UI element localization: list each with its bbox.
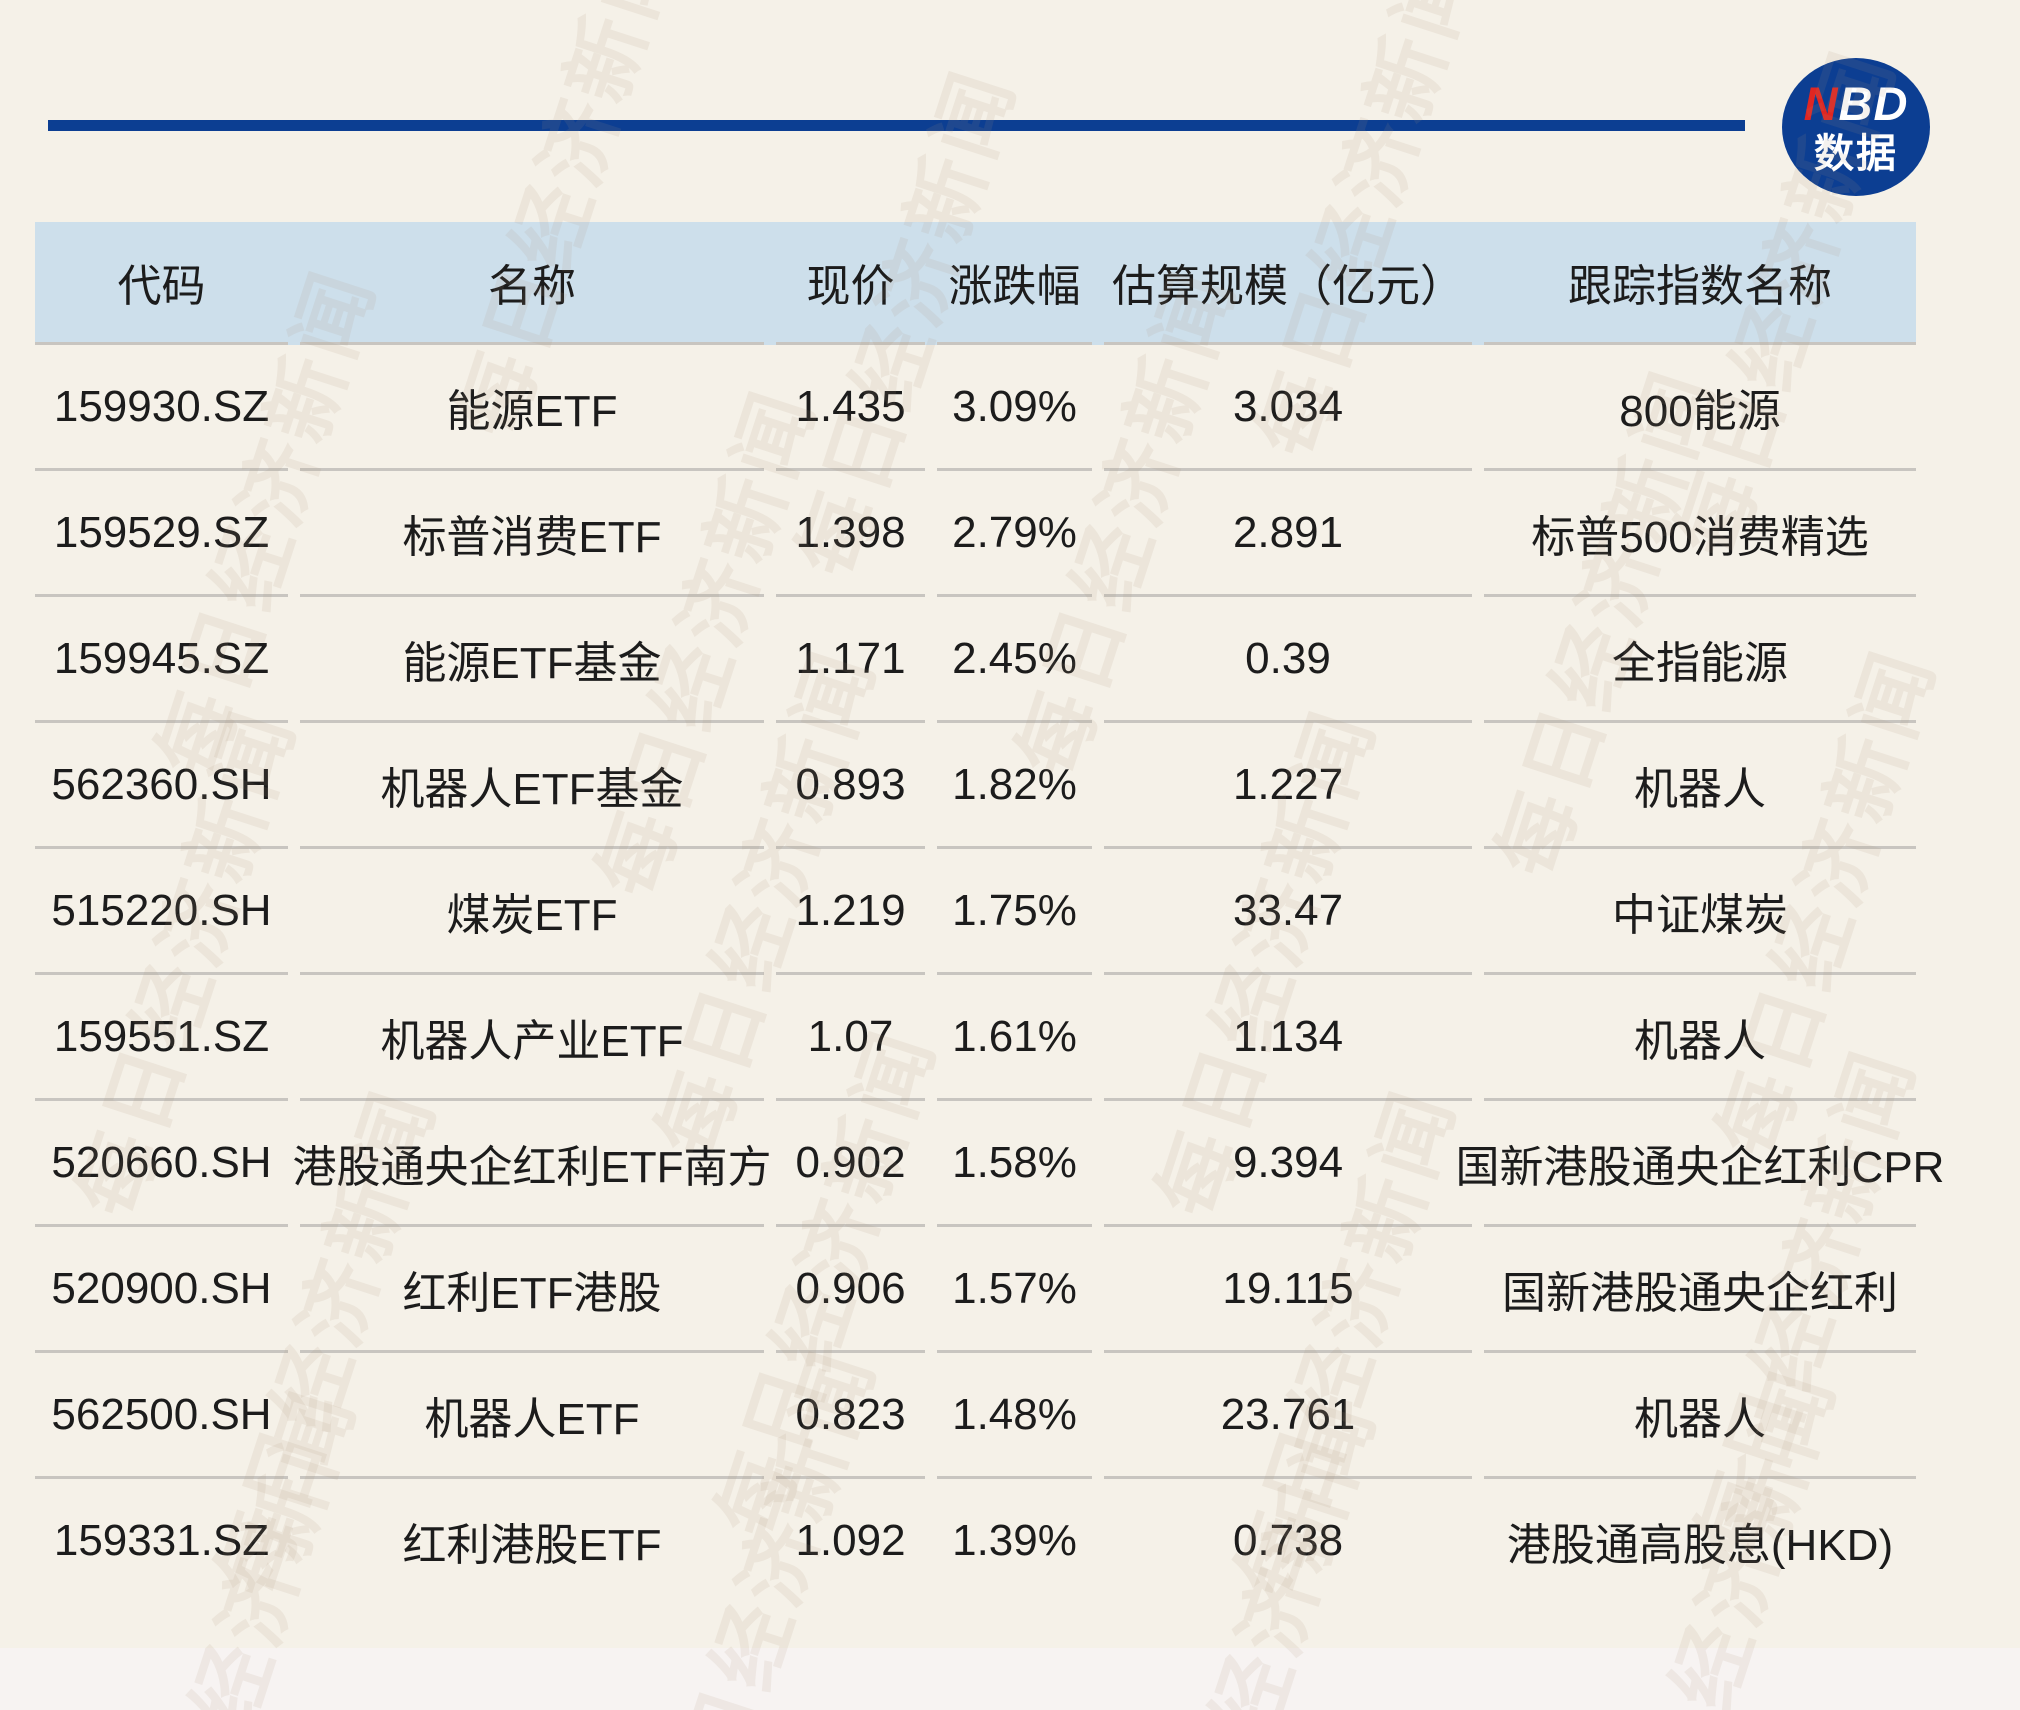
cell-price: 0.902	[776, 1101, 925, 1227]
nbd-logo-letter-n: N	[1804, 77, 1839, 130]
cell-name: 机器人ETF基金	[300, 723, 764, 849]
nbd-logo-letters-bd: BD	[1839, 77, 1909, 130]
cell-code: 159551.SZ	[35, 975, 288, 1101]
cell-index: 中证煤炭	[1484, 849, 1916, 975]
nbd-logo-text: NBD	[1804, 80, 1909, 127]
cell-price: 1.398	[776, 471, 925, 597]
cell-code: 520660.SH	[35, 1101, 288, 1227]
header-name: 名称	[300, 222, 764, 345]
cell-price: 0.906	[776, 1227, 925, 1353]
cell-index: 国新港股通央企红利	[1484, 1227, 1916, 1353]
cell-name: 红利港股ETF	[300, 1479, 764, 1605]
cell-index: 港股通高股息(HKD)	[1484, 1479, 1916, 1605]
nbd-logo-subtext: 数据	[1814, 134, 1898, 174]
header-change: 涨跌幅	[937, 222, 1092, 345]
cell-change: 1.39%	[937, 1479, 1092, 1605]
cell-price: 1.171	[776, 597, 925, 723]
cell-scale: 19.115	[1104, 1227, 1472, 1353]
header-price: 现价	[776, 222, 925, 345]
cell-index: 机器人	[1484, 1353, 1916, 1479]
cell-scale: 1.227	[1104, 723, 1472, 849]
table-row: 520900.SH 红利ETF港股 0.906 1.57% 19.115 国新港…	[35, 1227, 1916, 1353]
cell-name: 能源ETF	[300, 345, 764, 471]
header-code: 代码	[35, 222, 288, 345]
cell-scale: 0.39	[1104, 597, 1472, 723]
cell-change: 1.58%	[937, 1101, 1092, 1227]
cell-scale: 0.738	[1104, 1479, 1472, 1605]
cell-index: 全指能源	[1484, 597, 1916, 723]
cell-name: 煤炭ETF	[300, 849, 764, 975]
cell-index: 标普500消费精选	[1484, 471, 1916, 597]
cell-change: 1.57%	[937, 1227, 1092, 1353]
cell-change: 1.48%	[937, 1353, 1092, 1479]
cell-name: 港股通央企红利ETF南方	[300, 1101, 764, 1227]
cell-code: 159930.SZ	[35, 345, 288, 471]
cell-price: 1.092	[776, 1479, 925, 1605]
cell-scale: 23.761	[1104, 1353, 1472, 1479]
table-row: 159529.SZ 标普消费ETF 1.398 2.79% 2.891 标普50…	[35, 471, 1916, 597]
cell-price: 0.893	[776, 723, 925, 849]
cell-index: 800能源	[1484, 345, 1916, 471]
cell-index: 国新港股通央企红利CPR	[1484, 1101, 1916, 1227]
nbd-logo: NBD 数据	[1782, 58, 1930, 196]
cell-price: 1.435	[776, 345, 925, 471]
cell-name: 标普消费ETF	[300, 471, 764, 597]
table-row: 159551.SZ 机器人产业ETF 1.07 1.61% 1.134 机器人	[35, 975, 1916, 1101]
cell-code: 159945.SZ	[35, 597, 288, 723]
etf-table: 代码 名称 现价 涨跌幅 估算规模（亿元） 跟踪指数名称 159930.SZ 能…	[35, 222, 1916, 1605]
page: NBD 数据 代码 名称 现价 涨跌幅 估算规模（亿元） 跟踪指数名称 1599…	[0, 0, 2020, 1710]
header-index: 跟踪指数名称	[1484, 222, 1916, 345]
table-row: 520660.SH 港股通央企红利ETF南方 0.902 1.58% 9.394…	[35, 1101, 1916, 1227]
cell-price: 1.219	[776, 849, 925, 975]
cell-price: 0.823	[776, 1353, 925, 1479]
cell-scale: 1.134	[1104, 975, 1472, 1101]
table-row: 515220.SH 煤炭ETF 1.219 1.75% 33.47 中证煤炭	[35, 849, 1916, 975]
cell-code: 520900.SH	[35, 1227, 288, 1353]
header-scale: 估算规模（亿元）	[1104, 222, 1472, 345]
cell-change: 1.75%	[937, 849, 1092, 975]
cell-change: 3.09%	[937, 345, 1092, 471]
table-body: 159930.SZ 能源ETF 1.435 3.09% 3.034 800能源 …	[35, 345, 1916, 1605]
bottom-band	[0, 1648, 2020, 1710]
cell-code: 159529.SZ	[35, 471, 288, 597]
cell-change: 1.82%	[937, 723, 1092, 849]
cell-name: 能源ETF基金	[300, 597, 764, 723]
table-row: 562360.SH 机器人ETF基金 0.893 1.82% 1.227 机器人	[35, 723, 1916, 849]
table-row: 562500.SH 机器人ETF 0.823 1.48% 23.761 机器人	[35, 1353, 1916, 1479]
table-row: 159945.SZ 能源ETF基金 1.171 2.45% 0.39 全指能源	[35, 597, 1916, 723]
table-row: 159930.SZ 能源ETF 1.435 3.09% 3.034 800能源	[35, 345, 1916, 471]
table-row: 159331.SZ 红利港股ETF 1.092 1.39% 0.738 港股通高…	[35, 1479, 1916, 1605]
cell-change: 1.61%	[937, 975, 1092, 1101]
cell-code: 515220.SH	[35, 849, 288, 975]
cell-name: 机器人ETF	[300, 1353, 764, 1479]
cell-name: 红利ETF港股	[300, 1227, 764, 1353]
cell-scale: 2.891	[1104, 471, 1472, 597]
table-header-row: 代码 名称 现价 涨跌幅 估算规模（亿元） 跟踪指数名称	[35, 222, 1916, 345]
cell-code: 562360.SH	[35, 723, 288, 849]
cell-change: 2.79%	[937, 471, 1092, 597]
cell-index: 机器人	[1484, 975, 1916, 1101]
cell-change: 2.45%	[937, 597, 1092, 723]
cell-scale: 9.394	[1104, 1101, 1472, 1227]
cell-scale: 3.034	[1104, 345, 1472, 471]
cell-price: 1.07	[776, 975, 925, 1101]
cell-code: 562500.SH	[35, 1353, 288, 1479]
cell-name: 机器人产业ETF	[300, 975, 764, 1101]
cell-scale: 33.47	[1104, 849, 1472, 975]
header-rule	[48, 120, 1745, 131]
cell-index: 机器人	[1484, 723, 1916, 849]
cell-code: 159331.SZ	[35, 1479, 288, 1605]
